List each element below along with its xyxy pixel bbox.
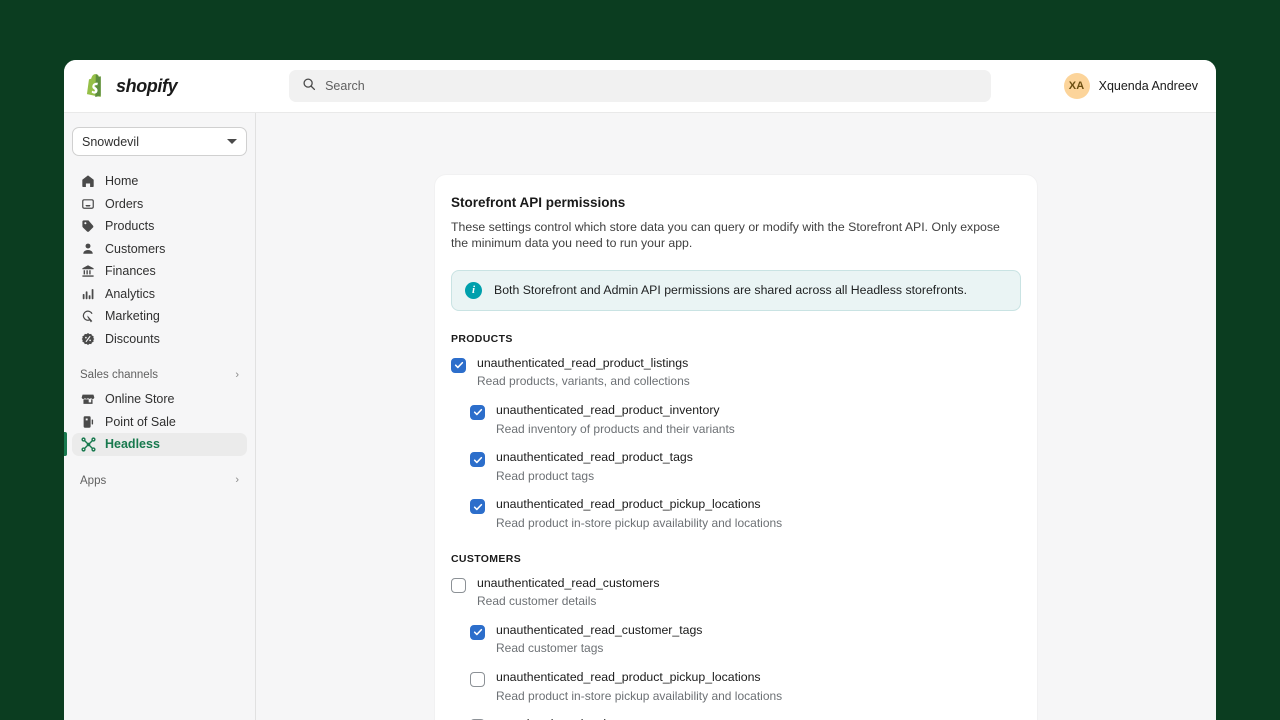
sidebar-item-discounts[interactable]: Discounts (72, 328, 247, 351)
section-heading: CUSTOMERS (451, 552, 522, 565)
sidebar-item-label: Discounts (105, 331, 160, 346)
permission-row: unauthenticated_read_product_pickup_loca… (451, 669, 1021, 703)
headless-nodes-icon (80, 436, 96, 452)
user-menu[interactable]: XA Xquenda Andreev (991, 73, 1202, 99)
body: Snowdevil Home Orders Products Customers… (64, 113, 1216, 720)
permission-description: Read product in-store pickup availabilit… (496, 516, 783, 531)
bar-chart-icon (80, 286, 96, 302)
sidebar-item-analytics[interactable]: Analytics (72, 283, 247, 306)
sidebar-item-label: Finances (105, 264, 156, 279)
sidebar-item-label: Online Store (105, 392, 175, 407)
sidebar-group-apps[interactable]: Apps › (72, 468, 247, 494)
pos-device-icon (80, 414, 96, 430)
section-customers: CUSTOMERS unauthenticated_read_customers… (451, 553, 1021, 720)
primary-nav: Home Orders Products Customers Finances … (72, 170, 247, 350)
info-banner-text: Both Storefront and Admin API permission… (494, 283, 967, 298)
section-heading: PRODUCTS (451, 332, 513, 345)
sidebar-group-title: Sales channels (80, 369, 158, 381)
sidebar-item-marketing[interactable]: Marketing (72, 305, 247, 328)
info-banner: i Both Storefront and Admin API permissi… (451, 269, 1021, 311)
avatar: XA (1063, 73, 1090, 99)
permission-row: unauthenticated_read_product_listings Re… (451, 355, 1021, 389)
permission-row: unauthenticated_read_customer_tags Read … (451, 622, 1021, 656)
sidebar-item-label: Analytics (105, 286, 156, 301)
shopify-bag-icon (87, 74, 109, 98)
storefront-icon (80, 391, 96, 407)
sidebar-item-label: Orders (105, 196, 144, 211)
permission-label: unauthenticated_read_customer_tags (496, 622, 703, 637)
sidebar-item-label: Home (105, 174, 139, 189)
search-container: Search (289, 70, 992, 102)
permission-description: Read products, variants, and collections (477, 374, 690, 389)
chevron-down-icon (227, 139, 237, 144)
shopify-logo[interactable]: shopify (78, 74, 289, 98)
permission-description: Read inventory of products and their var… (496, 421, 735, 436)
app-window: shopify Search XA Xquenda Andreev Snowde… (64, 60, 1216, 720)
info-circle-icon: i (465, 281, 482, 299)
chevron-right-icon: › (235, 368, 239, 381)
sidebar-item-label: Marketing (105, 309, 160, 324)
sidebar-item-label: Headless (105, 437, 160, 452)
sidebar-item-online-store[interactable]: Online Store (72, 388, 247, 411)
permission-description: Read product in-store pickup availabilit… (496, 688, 783, 703)
sidebar-item-home[interactable]: Home (72, 170, 247, 193)
orders-inbox-icon (80, 196, 96, 212)
shopify-wordmark: shopify (116, 75, 178, 96)
permission-description: Read product tags (496, 468, 595, 483)
search-placeholder: Search (325, 79, 365, 93)
section-products: PRODUCTS unauthenticated_read_product_li… (451, 333, 1021, 531)
person-icon (80, 241, 96, 257)
sidebar-item-customers[interactable]: Customers (72, 238, 247, 261)
chevron-right-icon: › (235, 474, 239, 486)
permission-checkbox[interactable] (470, 624, 485, 640)
permission-label: unauthenticated_read_product_pickup_loca… (496, 669, 761, 684)
sidebar-item-orders[interactable]: Orders (72, 193, 247, 216)
permission-label: unauthenticated_read_product_inventory (496, 402, 720, 417)
permission-checkbox[interactable] (470, 499, 485, 515)
sidebar-item-label: Products (105, 219, 155, 234)
user-name: Xquenda Andreev (1098, 79, 1198, 93)
permission-checkbox[interactable] (470, 404, 485, 420)
page-description: These settings control which store data … (451, 220, 1000, 251)
sidebar-item-products[interactable]: Products (72, 215, 247, 238)
search-input[interactable]: Search (289, 70, 992, 102)
product-tag-icon (80, 218, 96, 234)
permission-label: unauthenticated_read_product_listings (477, 355, 689, 370)
store-switcher-label: Snowdevil (82, 134, 139, 149)
sidebar-item-headless[interactable]: Headless (64, 432, 247, 456)
store-switcher[interactable]: Snowdevil (72, 127, 247, 156)
sidebar-item-label: Customers (105, 241, 166, 256)
permission-checkbox[interactable] (470, 452, 485, 468)
permission-row: unauthenticated_read_product_inventory R… (451, 402, 1021, 436)
storefront-api-permissions-card: Storefront API permissions These setting… (435, 175, 1037, 720)
main-content: Storefront API permissions These setting… (256, 113, 1216, 720)
sidebar-item-finances[interactable]: Finances (72, 260, 247, 283)
discount-percent-icon (80, 331, 96, 347)
permission-row: unauthenticated_read_product_tags Read p… (451, 450, 1021, 483)
marketing-target-icon (80, 308, 96, 324)
sidebar: Snowdevil Home Orders Products Customers… (64, 113, 256, 720)
permission-checkbox[interactable] (451, 357, 466, 373)
sidebar-item-point-of-sale[interactable]: Point of Sale (72, 411, 247, 434)
sidebar-item-label: Point of Sale (105, 414, 176, 429)
search-icon (302, 77, 316, 96)
home-icon (80, 173, 96, 189)
permission-description: Read customer tags (496, 641, 604, 656)
permission-label: unauthenticated_read_product_tags (496, 450, 693, 465)
permission-label: unauthenticated_read_customers (477, 575, 660, 590)
bank-icon (80, 263, 96, 279)
page-title: Storefront API permissions (451, 195, 626, 210)
top-bar: shopify Search XA Xquenda Andreev (64, 60, 1216, 113)
permission-checkbox[interactable] (451, 577, 466, 593)
sidebar-group-sales-channels[interactable]: Sales channels › (72, 362, 247, 388)
permission-checkbox[interactable] (470, 671, 485, 687)
permission-label: unauthenticated_read_product_pickup_loca… (496, 497, 761, 512)
permission-description: Read customer details (477, 594, 597, 609)
permission-row: unauthenticated_read_customers Read cust… (451, 575, 1021, 609)
sidebar-group-title: Apps (80, 474, 107, 487)
permission-row: unauthenticated_read_product_pickup_loca… (451, 498, 1021, 530)
